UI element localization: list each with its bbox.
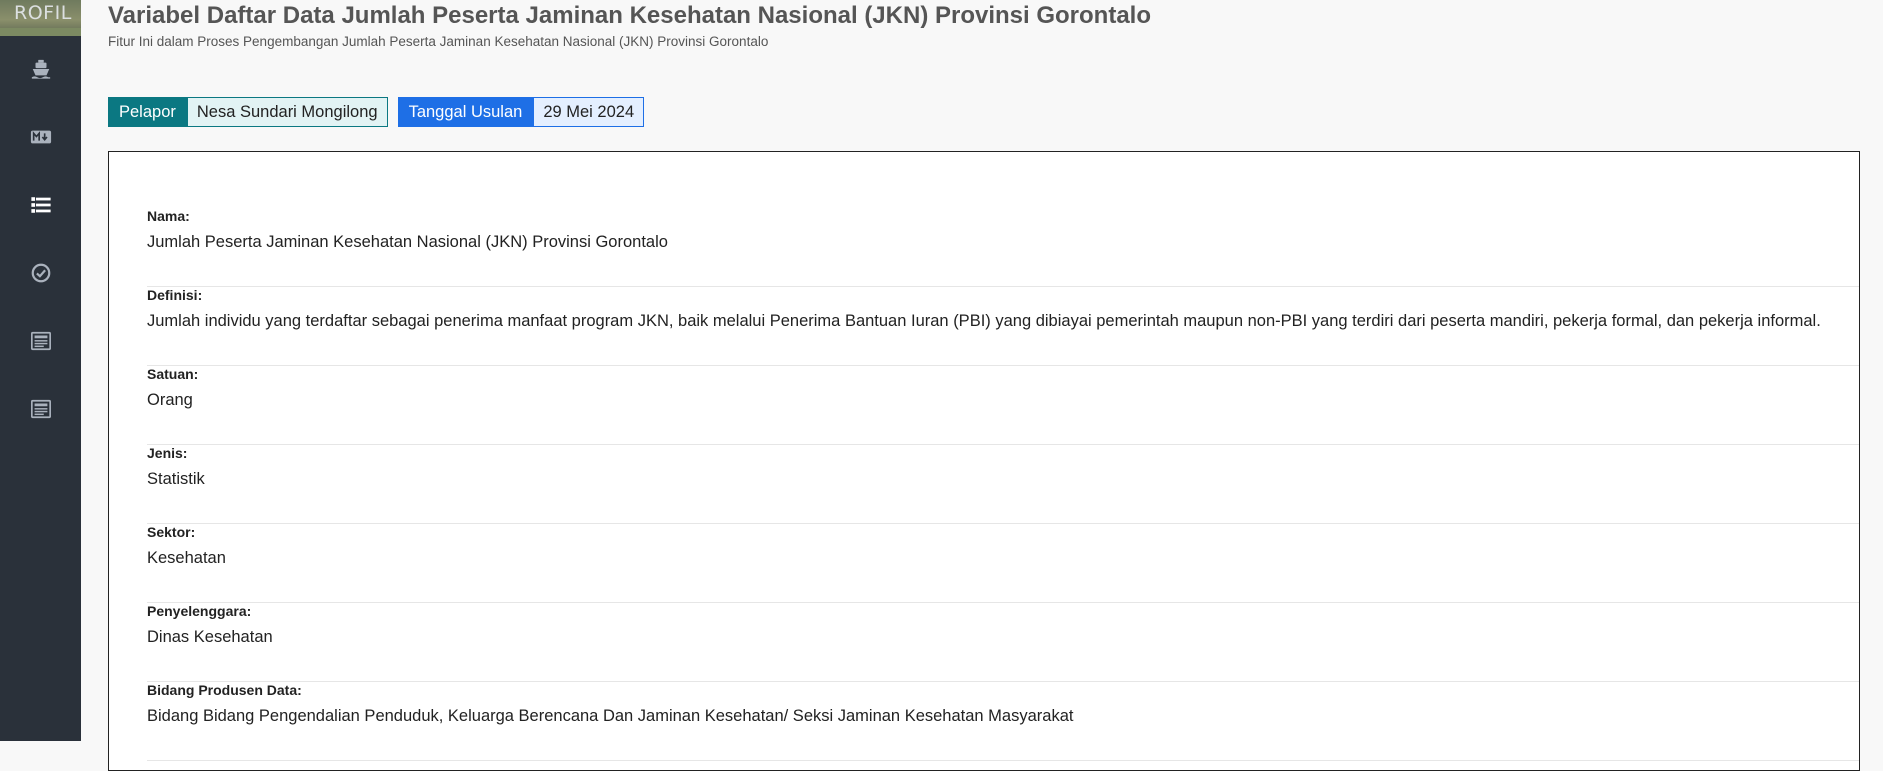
ship-icon	[31, 59, 50, 79]
field-label: Definisi:	[147, 287, 203, 303]
markdown-icon	[30, 130, 51, 144]
nav-item-markdown[interactable]	[0, 115, 81, 159]
field-penyelenggara: Penyelenggara: Dinas Kesehatan	[147, 603, 1859, 682]
nav-item-check[interactable]	[0, 251, 81, 295]
list-icon	[30, 197, 51, 213]
field-nama: Nama: Jumlah Peserta Jaminan Kesehatan N…	[147, 208, 1859, 287]
logo-strip	[0, 28, 81, 36]
field-sektor: Sektor: Kesehatan	[147, 524, 1859, 603]
tanggal-badge: Tanggal Usulan 29 Mei 2024	[397, 97, 645, 127]
nav-item-list[interactable]	[0, 183, 81, 227]
page-title: Variabel Daftar Data Jumlah Peserta Jami…	[108, 2, 1152, 29]
tanggal-label: Tanggal Usulan	[397, 97, 534, 127]
newspaper-icon	[30, 399, 51, 419]
logo-text: ROFIL	[14, 2, 72, 24]
field-bidang-produsen-data: Bidang Produsen Data: Bidang Bidang Peng…	[147, 682, 1859, 761]
field-value: Statistik	[147, 470, 205, 488]
pelapor-label: Pelapor	[108, 97, 187, 127]
field-label: Bidang Produsen Data:	[147, 682, 302, 698]
nav-item-news-1[interactable]	[0, 319, 81, 363]
field-label: Penyelenggara:	[147, 603, 252, 619]
field-value: Kesehatan	[147, 549, 226, 567]
check-circle-icon	[31, 263, 50, 283]
profile-logo[interactable]: ROFIL	[0, 0, 81, 36]
pelapor-badge: Pelapor Nesa Sundari Mongilong	[108, 97, 388, 127]
field-value: Orang	[147, 391, 193, 409]
field-jenis: Jenis: Statistik	[147, 445, 1859, 524]
field-label: Sektor:	[147, 524, 196, 540]
field-definisi: Definisi: Jumlah individu yang terdaftar…	[147, 287, 1859, 366]
page-subtitle: Fitur Ini dalam Proses Pengembangan Juml…	[108, 34, 769, 49]
meta-badges: Pelapor Nesa Sundari Mongilong Tanggal U…	[108, 97, 654, 127]
sidebar: ROFIL	[0, 0, 81, 741]
field-value: Jumlah Peserta Jaminan Kesehatan Nasiona…	[147, 233, 668, 251]
tanggal-value: 29 Mei 2024	[533, 97, 645, 127]
nav-item-news-2[interactable]	[0, 387, 81, 431]
field-label: Nama:	[147, 208, 190, 224]
field-value: Bidang Bidang Pengendalian Penduduk, Kel…	[147, 707, 1074, 725]
field-value: Jumlah individu yang terdaftar sebagai p…	[147, 312, 1821, 330]
detail-card: Nama: Jumlah Peserta Jaminan Kesehatan N…	[108, 151, 1860, 771]
field-satuan: Satuan: Orang	[147, 366, 1859, 445]
nav-item-ship[interactable]	[0, 47, 81, 91]
field-label: Satuan:	[147, 366, 199, 382]
pelapor-value: Nesa Sundari Mongilong	[186, 97, 388, 127]
field-value: Dinas Kesehatan	[147, 628, 273, 646]
newspaper-icon	[30, 331, 51, 351]
field-label: Jenis:	[147, 445, 188, 461]
